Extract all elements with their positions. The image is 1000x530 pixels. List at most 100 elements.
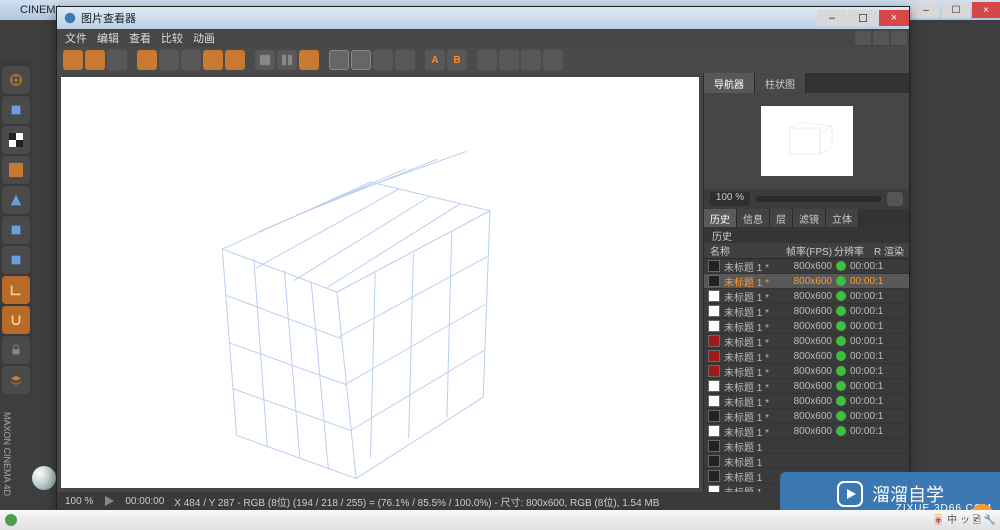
history-list[interactable]: 未标题 1 *800x60000:00:1未标题 1 *800x60000:00… <box>704 259 909 492</box>
render-thumb-icon <box>708 455 720 467</box>
history-row[interactable]: 未标题 1 *800x60000:00:1 <box>704 349 909 364</box>
tab-layer[interactable]: 层 <box>770 209 793 227</box>
tb-delete-icon[interactable] <box>203 50 223 70</box>
tool-cube-icon[interactable] <box>2 96 30 124</box>
tb-zoom1-icon[interactable] <box>499 50 519 70</box>
start-icon[interactable] <box>4 513 18 527</box>
tb-b-button[interactable]: B <box>447 50 467 70</box>
tb-info-icon[interactable] <box>395 50 415 70</box>
col-fps[interactable]: 帧率(FPS) <box>786 243 834 258</box>
menu-anim[interactable]: 动画 <box>193 30 215 46</box>
viewer-close-button[interactable]: × <box>879 10 909 26</box>
tool-lock-icon[interactable] <box>2 336 30 364</box>
col-name[interactable]: 名称 <box>704 243 786 258</box>
qm-settings-icon[interactable] <box>873 31 889 45</box>
tool-globe-icon[interactable] <box>2 66 30 94</box>
tb-zoom2-icon[interactable] <box>521 50 541 70</box>
row-name: 未标题 1 <box>724 469 786 484</box>
history-row[interactable]: 未标题 1 *800x60000:00:1 <box>704 364 909 379</box>
play-icon[interactable] <box>103 495 115 507</box>
host-close-button[interactable]: × <box>972 2 1000 18</box>
row-name: 未标题 1 <box>724 439 786 454</box>
tb-open-icon[interactable] <box>63 50 83 70</box>
tool-checker-icon[interactable] <box>2 126 30 154</box>
viewer-menubar: 文件 编辑 查看 比较 动画 <box>57 29 909 47</box>
tb-clear-icon[interactable] <box>181 50 201 70</box>
menu-compare[interactable]: 比较 <box>161 30 183 46</box>
menu-view[interactable]: 查看 <box>129 30 151 46</box>
tool-grid-icon[interactable] <box>2 156 30 184</box>
viewer-min-button[interactable]: – <box>817 10 847 26</box>
tb-history-icon[interactable] <box>159 50 179 70</box>
tb-stop-icon[interactable] <box>225 50 245 70</box>
tool-magnet-icon[interactable] <box>2 306 30 334</box>
tool-cone-icon[interactable] <box>2 186 30 214</box>
history-row[interactable]: 未标题 1 *800x60000:00:1 <box>704 319 909 334</box>
render-thumb-icon <box>708 470 720 482</box>
tab-info[interactable]: 信息 <box>737 209 770 227</box>
tb-a-button[interactable]: A <box>425 50 445 70</box>
tab-histogram[interactable]: 柱状图 <box>755 73 806 93</box>
menu-file[interactable]: 文件 <box>65 30 87 46</box>
col-time[interactable]: R 渲染时 <box>874 243 909 258</box>
history-row[interactable]: 未标题 1 *800x60000:00:1 <box>704 394 909 409</box>
tool-layers-icon[interactable] <box>2 366 30 394</box>
menu-edit[interactable]: 编辑 <box>97 30 119 46</box>
left-toolbar <box>0 62 32 394</box>
tb-save-icon[interactable] <box>85 50 105 70</box>
render-canvas[interactable] <box>61 77 699 488</box>
render-thumb-icon <box>708 395 720 407</box>
tb-saveas-icon[interactable] <box>107 50 127 70</box>
qm-help-icon[interactable] <box>891 31 907 45</box>
col-res[interactable]: 分辨率 <box>834 243 874 258</box>
history-row[interactable]: 未标题 1 *800x60000:00:1 <box>704 409 909 424</box>
status-dot-icon <box>836 426 846 436</box>
history-row[interactable]: 未标题 1 *800x60000:00:1 <box>704 304 909 319</box>
render-thumb-icon <box>708 335 720 347</box>
status-dot-icon <box>836 381 846 391</box>
ime-label[interactable]: 🀄 中 ッ 🖻 🔧 <box>932 511 996 530</box>
tb-zoom3-icon[interactable] <box>543 50 563 70</box>
row-name: 未标题 1 * <box>724 289 786 304</box>
history-row[interactable]: 未标题 1 *800x60000:00:1 <box>704 424 909 439</box>
tool-angle-icon[interactable] <box>2 276 30 304</box>
tb-single-icon[interactable] <box>255 50 275 70</box>
zoom-slider[interactable] <box>756 196 881 202</box>
history-row[interactable]: 未标题 1 *800x60000:00:1 <box>704 334 909 349</box>
tb-fit-icon[interactable] <box>477 50 497 70</box>
history-row[interactable]: 未标题 1 *800x60000:00:1 <box>704 289 909 304</box>
host-max-button[interactable]: ☐ <box>942 2 970 18</box>
tool-cube3-icon[interactable] <box>2 246 30 274</box>
tb-splitv-icon[interactable] <box>277 50 297 70</box>
row-res: 800x600 <box>786 261 832 272</box>
tb-grid-icon[interactable] <box>373 50 393 70</box>
zoom-value[interactable]: 100 % <box>710 192 750 206</box>
history-row[interactable]: 未标题 1 *800x60000:00:1 <box>704 259 909 274</box>
history-row[interactable]: 未标题 1 *800x60000:00:1 <box>704 379 909 394</box>
tb-alpha-icon[interactable] <box>351 50 371 70</box>
zoom-fit-button[interactable] <box>887 192 903 206</box>
viewer-max-button[interactable]: ☐ <box>848 10 878 26</box>
history-row[interactable]: 未标题 1 *800x60000:00:1 <box>704 274 909 289</box>
row-time: 00:00:1 <box>850 276 909 287</box>
tab-filter[interactable]: 滤镜 <box>793 209 826 227</box>
row-time: 00:00:1 <box>850 261 909 272</box>
tb-reload-icon[interactable] <box>137 50 157 70</box>
status-dot-icon <box>836 336 846 346</box>
tab-history[interactable]: 历史 <box>704 209 737 227</box>
tab-navigator[interactable]: 导航器 <box>704 73 755 93</box>
tool-cube2-icon[interactable] <box>2 216 30 244</box>
history-row[interactable]: 未标题 1 <box>704 439 909 454</box>
history-header: 历史 <box>704 227 909 243</box>
tb-splith-icon[interactable] <box>299 50 319 70</box>
viewer-titlebar[interactable]: 图片查看器 – ☐ × <box>57 7 909 29</box>
row-res: 800x600 <box>786 321 832 332</box>
history-row[interactable]: 未标题 1 <box>704 454 909 469</box>
tb-rgb-icon[interactable] <box>329 50 349 70</box>
qm-layout-icon[interactable] <box>855 31 871 45</box>
row-res: 800x600 <box>786 381 832 392</box>
material-sphere-icon[interactable] <box>32 466 56 490</box>
navigator-thumb[interactable] <box>704 93 909 189</box>
tab-stereo[interactable]: 立体 <box>826 209 859 227</box>
host-min-button[interactable]: – <box>912 2 940 18</box>
